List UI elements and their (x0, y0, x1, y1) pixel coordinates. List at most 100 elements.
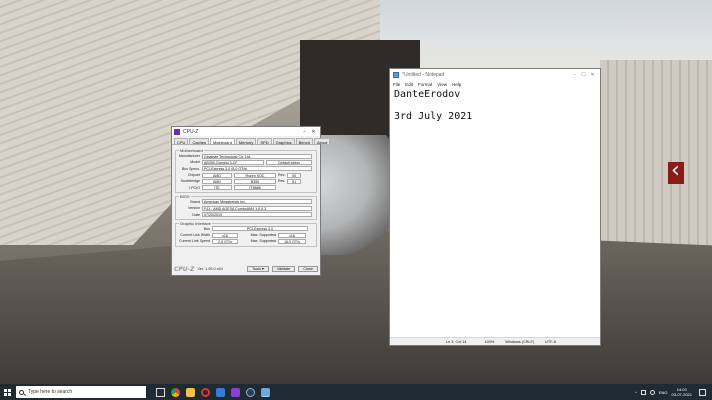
chipset-rev-value: 00 (287, 172, 302, 178)
tab-mainboard[interactable]: Mainboard (210, 138, 235, 145)
bios-brand-label: Brand (190, 199, 200, 204)
notepad-titlebar[interactable]: *Untitled - Notepad – ☐ ✕ (390, 69, 600, 80)
file-explorer-icon[interactable] (186, 387, 195, 397)
motherboard-group: Motherboard Manufacturer Gigabyte Techno… (175, 148, 317, 193)
bios-brand-value: American Megatrends Inc. (202, 199, 312, 205)
cpuz-version: Ver. 1.95.0.x64 (197, 267, 223, 271)
notepad-window-title: *Untitled - Notepad (402, 71, 445, 78)
cpuz-window-title: CPU-Z (183, 128, 199, 135)
opera-icon[interactable] (201, 387, 210, 397)
tools-label: Tools (251, 267, 261, 271)
lpcio-label: LPCIO (189, 185, 200, 190)
chipset-model-value: Ryzen SOC (234, 172, 276, 178)
link-width-label: Current Link Width (180, 233, 210, 238)
cpuz-mainboard-panel: Motherboard Manufacturer Gigabyte Techno… (172, 145, 320, 249)
search-placeholder: Type here to search (28, 389, 73, 395)
wallpaper-right-wall (600, 60, 712, 260)
cpuz-brand-logo: CPU-Z (174, 265, 195, 273)
steam-icon[interactable] (246, 387, 255, 397)
validate-button[interactable]: Validate (271, 266, 296, 272)
menu-edit[interactable]: Edit (405, 82, 413, 87)
max-link-speed-label: Max. Supported (250, 239, 276, 244)
model-value: AB350-Gaming 3-CF (202, 159, 264, 165)
bios-version-value: F41 - AMD AGESA ComboAM4 1.0.0.3 (202, 205, 312, 211)
tab-bench[interactable]: Bench (295, 138, 313, 145)
link-speed-value: 2.5 GT/s (212, 238, 238, 244)
lpcio-vendor-value: ITE (202, 185, 232, 191)
tab-spd[interactable]: SPD (257, 138, 272, 145)
tools-dropdown-button[interactable]: Tools ▾ (246, 266, 269, 272)
chevron-down-icon: ▾ (261, 267, 264, 271)
status-encoding: UTF-8 (545, 339, 556, 344)
max-link-speed-value: 16.0 GT/s (278, 238, 306, 244)
close-icon[interactable]: ✕ (588, 72, 597, 78)
clock[interactable]: 14:03 03-07-2021 (672, 387, 692, 397)
notepad-text-area[interactable]: DanteErodov 3rd July 2021 (394, 89, 596, 335)
graphic-bus-value: PCI-Express 4.0 (212, 226, 308, 232)
taskbar: Type here to search ^ ENG 14:03 03-07-20… (0, 384, 712, 400)
bios-group: BIOS Brand American Megatrends Inc. Vers… (175, 193, 317, 220)
menu-file[interactable]: File (393, 82, 400, 87)
bios-version-label: Version (188, 206, 200, 211)
store-icon[interactable] (216, 387, 225, 397)
network-icon[interactable] (640, 389, 646, 395)
close-icon[interactable]: ✕ (309, 129, 318, 135)
link-width-value: x16 (212, 232, 238, 238)
volume-icon[interactable] (649, 389, 655, 395)
wallpaper-chevron-sign (668, 158, 684, 184)
system-tray: ^ ENG 14:03 03-07-2021 (635, 387, 712, 397)
menu-format[interactable]: Format (418, 82, 432, 87)
model-extra-value: Default string (266, 159, 312, 165)
tab-cpu[interactable]: CPU (174, 138, 189, 145)
motherboard-group-title: Motherboard (179, 148, 204, 153)
graphic-bus-label: Bus (203, 226, 210, 231)
notepad-window[interactable]: *Untitled - Notepad – ☐ ✕ File Edit Form… (389, 68, 601, 346)
graphic-interface-group-title: Graphic Interface (179, 220, 212, 226)
manufacturer-label: Manufacturer (178, 154, 200, 159)
close-button[interactable]: Close (298, 266, 318, 272)
taskbar-pinned-apps (156, 387, 270, 397)
minimize-icon[interactable]: – (300, 129, 309, 135)
start-button[interactable] (0, 384, 14, 400)
notepad-app-icon (393, 71, 399, 78)
southbridge-model-value: B350 (234, 178, 276, 184)
notepad-menu-bar: File Edit Format View Help (390, 80, 600, 88)
notifications-icon[interactable] (699, 388, 706, 396)
status-zoom: 100% (484, 339, 495, 344)
bios-date-row: Date 07/20/2019 (178, 211, 314, 218)
notepad-status-bar: Ln 3, Col 14 100% Windows (CRLF) UTF-8 (390, 337, 600, 345)
bus-specs-value: PCI-Express 3.0 (8.0 GT/s) (202, 166, 312, 172)
taskbar-search-box[interactable]: Type here to search (16, 386, 146, 398)
maximize-icon[interactable]: ☐ (579, 72, 588, 78)
cpuz-footer: CPU-Z Ver. 1.95.0.x64 Tools ▾ Validate C… (174, 265, 318, 273)
cpuz-tab-bar: CPU Caches Mainboard Memory SPD Graphics… (172, 136, 331, 145)
chevron-up-icon[interactable]: ^ (635, 390, 637, 395)
lpcio-model-value: IT8686 (234, 185, 276, 191)
notepad-icon[interactable] (261, 387, 270, 397)
tab-graphics[interactable]: Graphics (272, 138, 295, 145)
graphic-interface-group: Graphic Interface Bus PCI-Express 4.0 Cu… (175, 220, 317, 247)
tab-caches[interactable]: Caches (189, 138, 210, 145)
southbridge-vendor-value: AMD (202, 178, 232, 184)
bios-date-value: 07/20/2019 (202, 212, 312, 218)
southbridge-label: Southbridge (180, 179, 200, 184)
cpuz-window[interactable]: CPU-Z – ✕ CPU Caches Mainboard Memory SP… (171, 126, 331, 276)
menu-view[interactable]: View (437, 82, 447, 87)
bios-group-title: BIOS (179, 193, 191, 199)
cpuz-icon[interactable] (231, 387, 240, 397)
tab-memory[interactable]: Memory (235, 138, 257, 145)
language-indicator[interactable]: ENG (659, 390, 668, 395)
link-speed-row: Current Link Speed 2.5 GT/s Max. Support… (178, 238, 314, 244)
minimize-icon[interactable]: – (570, 72, 579, 78)
chrome-icon[interactable] (171, 387, 180, 397)
menu-help[interactable]: Help (452, 82, 461, 87)
desktop-wallpaper (0, 0, 712, 384)
chipset-rev-label: Rev. (278, 173, 286, 178)
tab-about[interactable]: About (313, 138, 331, 145)
clock-date: 03-07-2021 (671, 392, 692, 397)
task-view-icon[interactable] (156, 387, 165, 397)
chipset-vendor-value: AMD (202, 172, 232, 178)
southbridge-rev-label: Rev. (278, 179, 286, 184)
bus-specs-label: Bus Specs. (181, 166, 200, 171)
cpuz-titlebar[interactable]: CPU-Z – ✕ (172, 127, 320, 136)
